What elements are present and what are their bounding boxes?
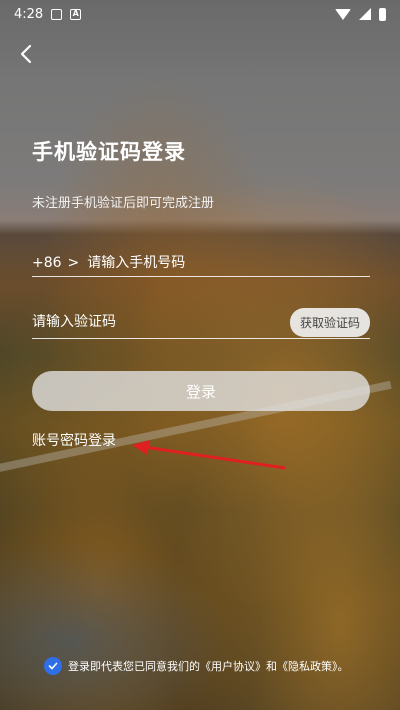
password-login-link[interactable]: 账号密码登录 xyxy=(32,430,116,450)
back-button[interactable] xyxy=(14,40,38,68)
agreement-row: 登录即代表您已同意我们的《用户协议》和《隐私政策》。 xyxy=(44,657,349,675)
status-left: 4:28 A xyxy=(14,6,82,22)
page-title: 手机验证码登录 xyxy=(32,140,186,164)
annotation-arrow xyxy=(132,440,286,470)
agreement-text[interactable]: 登录即代表您已同意我们的《用户协议》和《隐私政策》。 xyxy=(68,658,349,674)
wifi-icon xyxy=(335,8,351,20)
check-icon xyxy=(48,662,58,670)
signal-icon xyxy=(359,8,371,20)
a-notification-icon: A xyxy=(70,8,82,20)
back-arrow-icon xyxy=(20,44,32,64)
agreement-checkbox[interactable] xyxy=(44,657,62,675)
code-input[interactable] xyxy=(32,314,290,330)
status-bar: 4:28 A xyxy=(0,0,400,28)
get-code-button[interactable]: 获取验证码 xyxy=(289,307,370,337)
battery-icon xyxy=(379,7,386,21)
code-field-row: 获取验证码 xyxy=(32,306,370,339)
status-time: 4:28 xyxy=(14,6,44,22)
phone-field-row: +86 > xyxy=(32,250,370,277)
background-river xyxy=(0,540,230,710)
country-code-selector[interactable]: +86 xyxy=(32,255,62,271)
image-notification-icon xyxy=(51,8,63,20)
page-subtitle: 未注册手机验证后即可完成注册 xyxy=(32,196,215,211)
status-right xyxy=(335,7,386,21)
phone-input[interactable] xyxy=(87,255,370,271)
chevron-right-icon[interactable]: > xyxy=(68,255,80,271)
login-button[interactable]: 登录 xyxy=(32,371,370,411)
